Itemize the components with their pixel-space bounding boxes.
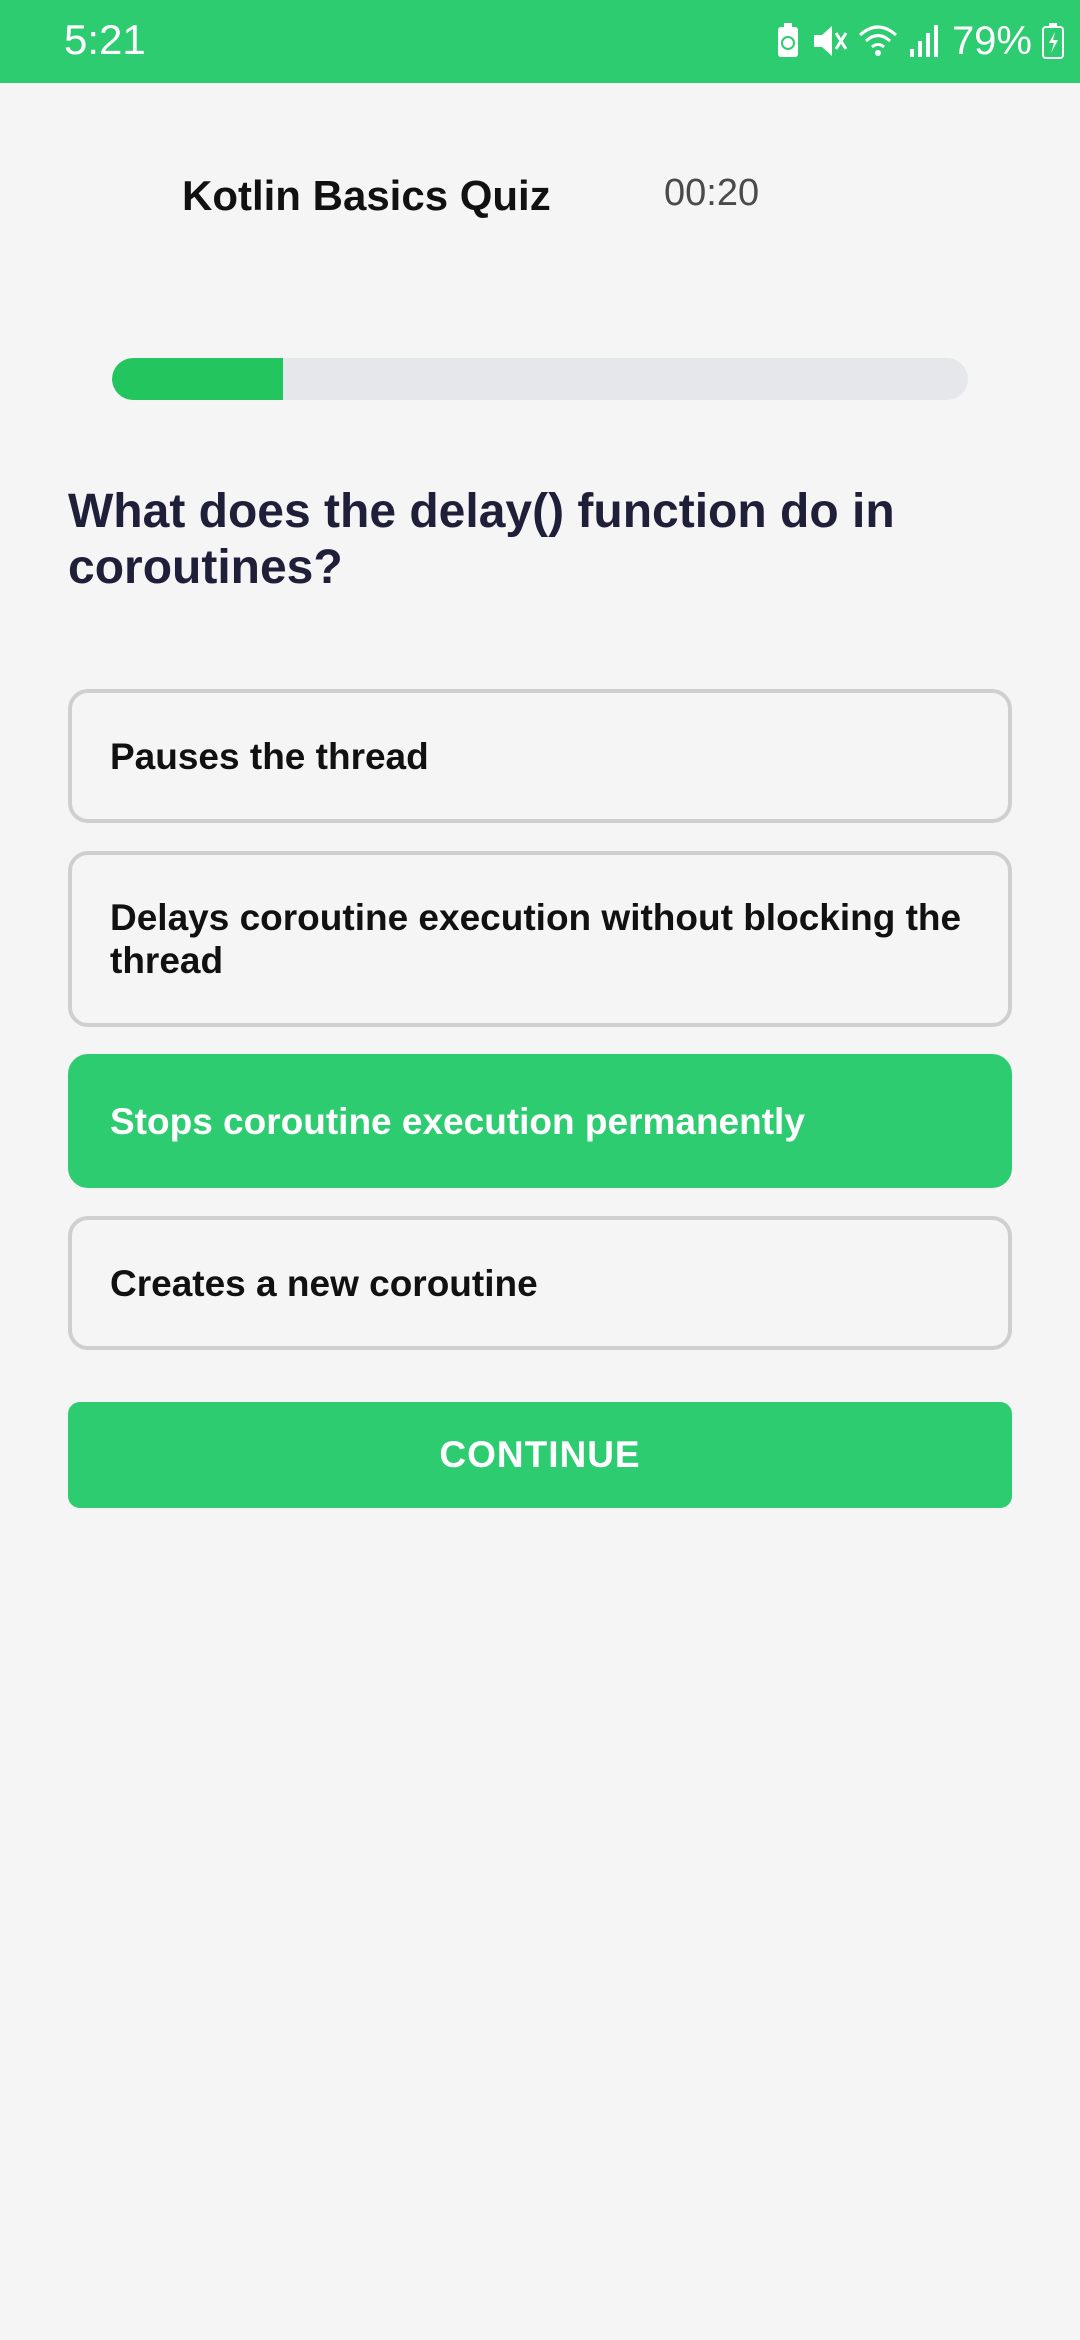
option-3[interactable]: Stops coroutine execution permanently	[68, 1054, 1012, 1188]
battery-charging-icon	[1042, 23, 1064, 59]
progress-fill	[112, 358, 284, 400]
battery-percent: 79%	[951, 18, 1032, 63]
battery-saver-icon	[776, 23, 800, 59]
option-label: Creates a new coroutine	[110, 1262, 538, 1304]
continue-button[interactable]: CONTINUE	[68, 1402, 1012, 1508]
option-label: Delays coroutine execution without block…	[110, 897, 962, 981]
option-2[interactable]: Delays coroutine execution without block…	[68, 851, 1012, 1027]
quiz-title: Kotlin Basics Quiz	[182, 172, 551, 219]
quiz-timer: 00:20	[664, 172, 760, 214]
option-label: Pauses the thread	[110, 735, 429, 777]
option-label: Stops coroutine execution permanently	[110, 1100, 805, 1142]
option-4[interactable]: Creates a new coroutine	[68, 1216, 1012, 1350]
wifi-icon	[858, 23, 898, 59]
status-icons: 79%	[776, 16, 1064, 66]
signal-icon	[908, 23, 942, 59]
status-time: 5:21	[64, 16, 146, 63]
status-bar: 5:21 79%	[0, 0, 1080, 83]
question-text: What does the delay() function do in cor…	[68, 485, 895, 594]
progress-bar	[112, 358, 968, 400]
option-1[interactable]: Pauses the thread	[68, 689, 1012, 823]
mute-icon	[810, 23, 848, 59]
